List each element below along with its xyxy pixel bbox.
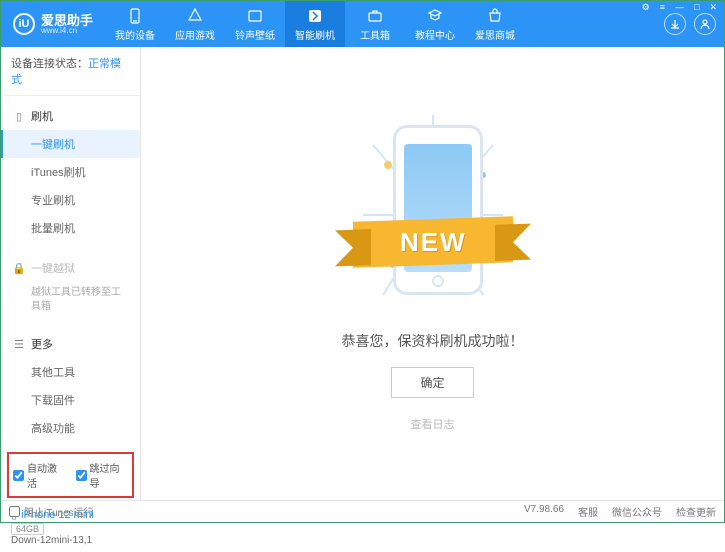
maximize-icon[interactable]: □ [692,2,701,13]
main-content: NEW 恭喜您，保资料刷机成功啦！ 确定 查看日志 [141,47,724,500]
titlebar: iU 爱思助手 www.i4.cn 我的设备 应用游戏 铃声壁纸 智能刷机 工具… [1,1,724,47]
nav-apps[interactable]: 应用游戏 [165,1,225,47]
logo: iU 爱思助手 www.i4.cn [1,13,105,35]
sidebar-header-more[interactable]: ☰更多 [1,330,140,358]
nav-tutorials[interactable]: 教程中心 [405,1,465,47]
nav-ringtones[interactable]: 铃声壁纸 [225,1,285,47]
sidebar-item-advanced[interactable]: 高级功能 [1,414,140,442]
app-url: www.i4.cn [41,27,93,35]
logo-icon: iU [13,13,35,35]
jailbreak-note: 越狱工具已转移至工具箱 [1,282,140,318]
wallpaper-icon [246,7,264,25]
tutorial-icon [426,7,444,25]
checkbox-block-itunes[interactable]: 阻止iTunes运行 [9,504,94,519]
apps-icon [186,7,204,25]
ok-button[interactable]: 确定 [391,367,473,398]
checkbox-skip-guide[interactable]: 跳过向导 [76,460,129,490]
sidebar-header-flash[interactable]: ▯刷机 [1,102,140,130]
user-button[interactable] [694,13,716,35]
connection-status: 设备连接状态：正常模式 [1,47,140,96]
settings-icon[interactable]: ⚙ [640,2,652,13]
sidebar-item-itunes-flash[interactable]: iTunes刷机 [1,158,140,186]
more-icon: ☰ [13,338,25,350]
sidebar-item-batch-flash[interactable]: 批量刷机 [1,214,140,242]
view-log-link[interactable]: 查看日志 [411,416,455,432]
toolbox-icon [366,7,384,25]
app-title: 爱思助手 [41,14,93,27]
menu-icon[interactable]: ≡ [658,2,667,13]
sidebar-header-jailbreak: 🔒一键越狱 [1,254,140,282]
close-icon[interactable]: ✕ [707,2,719,13]
title-right [660,13,724,35]
nav-my-device[interactable]: 我的设备 [105,1,165,47]
flash-icon [306,7,324,25]
check-update-link[interactable]: 检查更新 [676,504,716,519]
nav-toolbox[interactable]: 工具箱 [345,1,405,47]
wechat-link[interactable]: 微信公众号 [612,504,662,519]
firmware-label: Down-12mini-13,1 [11,535,130,546]
phone-icon [126,7,144,25]
main-nav: 我的设备 应用游戏 铃声壁纸 智能刷机 工具箱 教程中心 爱思商城 [105,1,660,47]
device-icon: ▯ [13,110,25,122]
store-icon [486,7,504,25]
sidebar-item-oneclick-flash[interactable]: 一键刷机 [1,130,140,158]
new-ribbon: NEW [353,216,513,268]
sidebar-item-download-fw[interactable]: 下载固件 [1,386,140,414]
sidebar-item-other-tools[interactable]: 其他工具 [1,358,140,386]
window-controls: ⚙ ≡ — □ ✕ [640,2,719,13]
nav-store[interactable]: 爱思商城 [465,1,525,47]
support-link[interactable]: 客服 [578,504,598,519]
options-row: 自动激活 跳过向导 [7,452,134,498]
checkbox-auto-activate[interactable]: 自动激活 [13,460,66,490]
sidebar: 设备连接状态：正常模式 ▯刷机 一键刷机 iTunes刷机 专业刷机 批量刷机 … [1,47,141,500]
version-label: V7.98.66 [524,504,564,519]
success-message: 恭喜您，保资料刷机成功啦！ [342,331,524,351]
download-button[interactable] [664,13,686,35]
nav-flash[interactable]: 智能刷机 [285,1,345,47]
success-illustration: NEW [363,115,503,315]
minimize-icon[interactable]: — [673,2,686,13]
lock-icon: 🔒 [13,262,25,274]
sidebar-item-pro-flash[interactable]: 专业刷机 [1,186,140,214]
storage-badge: 64GB [11,523,44,535]
